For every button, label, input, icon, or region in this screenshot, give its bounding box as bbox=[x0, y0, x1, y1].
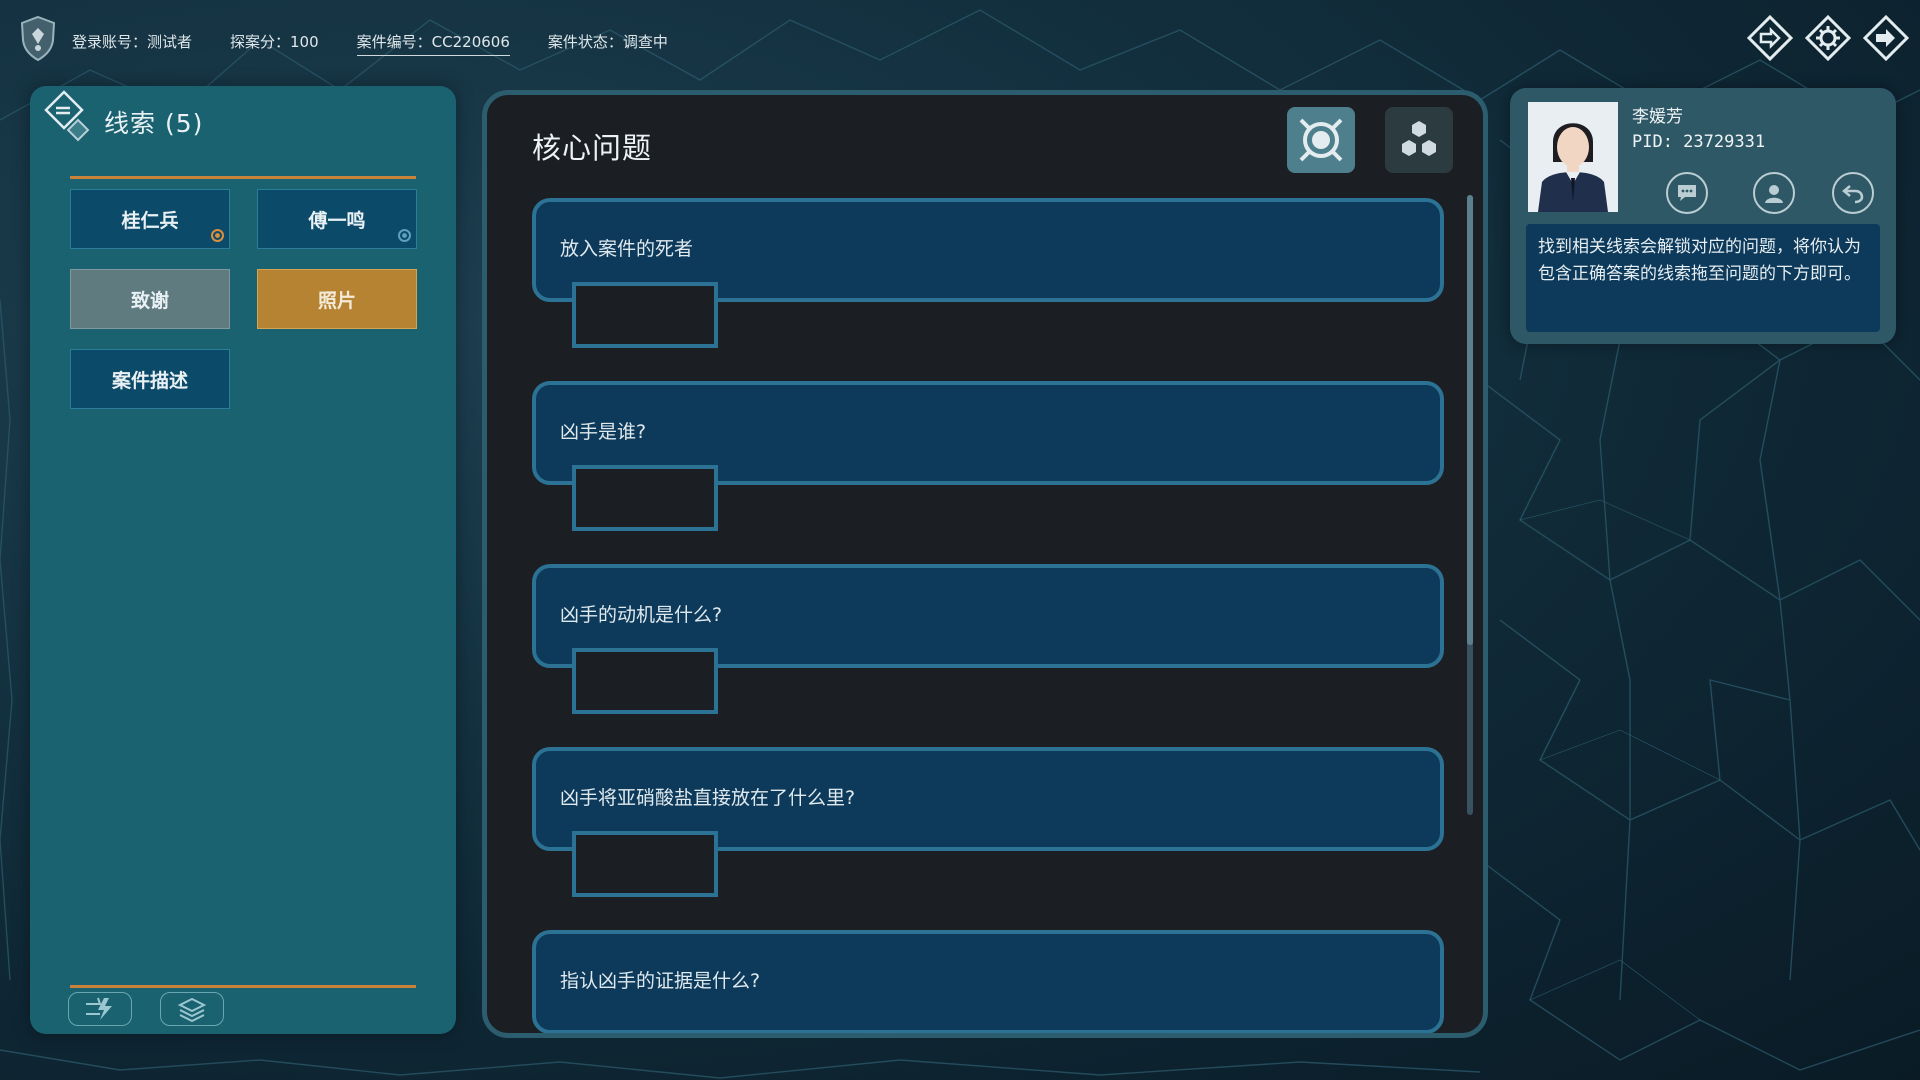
core-questions-title: 核心问题 bbox=[532, 131, 653, 165]
top-icon-group bbox=[1746, 14, 1910, 62]
officer-avatar bbox=[1528, 102, 1618, 212]
core-questions-panel: 核心问题 放入案件的死者 凶手是谁? 凶手的动机是什么? 凶手将亚硝酸盐直接放在… bbox=[482, 90, 1488, 1038]
question-text: 指认凶手的证据是什么? bbox=[532, 930, 1444, 1033]
clues-icon bbox=[44, 90, 90, 142]
clue-label: 桂仁兵 bbox=[121, 209, 179, 232]
hint-text: 找到相关线索会解锁对应的问题，将你认为包含正确答案的线索拖至问题的下方即可。 bbox=[1526, 224, 1880, 332]
relation-graph-button[interactable] bbox=[1385, 107, 1453, 173]
answer-drop-slot[interactable] bbox=[572, 648, 718, 714]
question-item: 放入案件的死者 bbox=[532, 198, 1444, 381]
score-label: 探案分：100 bbox=[230, 33, 319, 51]
question-item: 凶手是谁? bbox=[532, 381, 1444, 564]
clue-button-fu-yiming[interactable]: 傅一鸣 bbox=[257, 189, 417, 249]
question-item: 凶手将亚硝酸盐直接放在了什么里? bbox=[532, 747, 1444, 930]
profile-icon[interactable] bbox=[1753, 172, 1795, 214]
clue-label: 案件描述 bbox=[111, 369, 188, 392]
question-item: 凶手的动机是什么? bbox=[532, 564, 1444, 747]
clues-divider-bottom bbox=[70, 985, 416, 988]
layers-tool-icon[interactable] bbox=[160, 992, 224, 1026]
new-indicator-dot bbox=[211, 229, 224, 242]
clue-button-acknowledgement[interactable]: 致谢 bbox=[70, 269, 230, 329]
clue-label: 照片 bbox=[317, 289, 356, 312]
new-indicator-dot bbox=[398, 229, 411, 242]
clues-divider-top bbox=[70, 176, 416, 179]
focus-target-button[interactable] bbox=[1287, 107, 1355, 173]
back-icon[interactable] bbox=[1832, 172, 1874, 214]
exit-icon[interactable] bbox=[1862, 14, 1910, 62]
case-status-label: 案件状态：调查中 bbox=[547, 33, 668, 51]
gear-icon[interactable] bbox=[1804, 14, 1852, 62]
police-shield-logo bbox=[20, 15, 56, 62]
clue-button-gui-renbing[interactable]: 桂仁兵 bbox=[70, 189, 230, 249]
case-id-label: 案件编号：CC220606 bbox=[356, 31, 510, 56]
officer-pid: PID: 23729331 bbox=[1632, 132, 1766, 152]
top-bar: 登录账号：测试者 探案分：100 案件编号：CC220606 案件状态：调查中 bbox=[0, 0, 1920, 80]
clue-grid: 桂仁兵 傅一鸣 致谢 照片 案件描述 bbox=[70, 189, 417, 409]
account-label: 登录账号：测试者 bbox=[72, 33, 193, 51]
clues-title: 线索 (5) bbox=[104, 109, 204, 138]
answer-drop-slot[interactable] bbox=[572, 831, 718, 897]
clue-button-case-description[interactable]: 案件描述 bbox=[70, 349, 230, 409]
answer-drop-slot[interactable] bbox=[572, 282, 718, 348]
clue-button-photo[interactable]: 照片 bbox=[257, 269, 417, 329]
case-diamond-icon[interactable] bbox=[1746, 14, 1794, 62]
clues-panel: 线索 (5) 桂仁兵 傅一鸣 致谢 照片 案件描述 bbox=[30, 86, 456, 1034]
chat-icon[interactable] bbox=[1666, 172, 1708, 214]
answer-drop-slot[interactable] bbox=[572, 465, 718, 531]
question-list: 放入案件的死者 凶手是谁? 凶手的动机是什么? 凶手将亚硝酸盐直接放在了什么里?… bbox=[532, 198, 1444, 1033]
officer-card: 李媛芳 PID: 23729331 找到相关线索会解锁对应的问题，将你认为包含正… bbox=[1510, 88, 1896, 344]
session-info: 登录账号：测试者 探案分：100 案件编号：CC220606 案件状态：调查中 bbox=[72, 31, 706, 56]
clue-label: 傅一鸣 bbox=[308, 209, 366, 232]
scrollbar-thumb[interactable] bbox=[1467, 195, 1473, 645]
officer-name: 李媛芳 bbox=[1632, 107, 1683, 127]
target-icon bbox=[1299, 118, 1343, 162]
clue-label: 致谢 bbox=[130, 289, 169, 312]
question-item: 指认凶手的证据是什么? bbox=[532, 930, 1444, 1033]
hexagon-cluster-icon bbox=[1402, 121, 1436, 156]
lightning-tool-icon[interactable] bbox=[68, 992, 132, 1026]
clue-tools bbox=[68, 992, 224, 1026]
